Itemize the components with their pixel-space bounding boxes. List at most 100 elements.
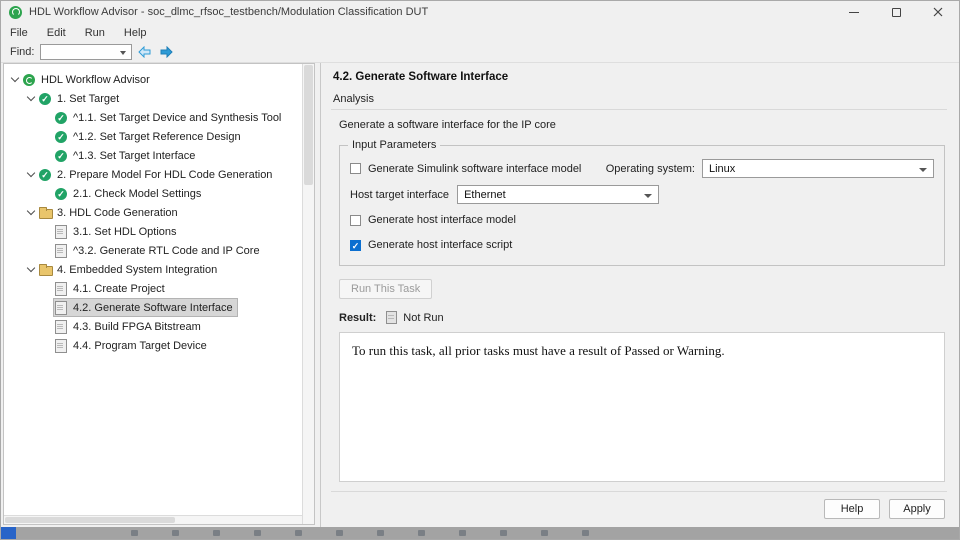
menu-run[interactable]: Run: [85, 27, 105, 39]
maximize-button[interactable]: [875, 1, 917, 23]
param-row-host-interface-model: Generate host interface model: [350, 211, 934, 229]
menu-edit[interactable]: Edit: [47, 27, 66, 39]
taskbar-icons: [131, 530, 589, 536]
passed-icon: [54, 127, 68, 146]
advisor-icon: [22, 70, 36, 89]
find-next-button[interactable]: [157, 44, 174, 61]
passed-icon: [38, 165, 52, 184]
tree-item-embedded-system-integration[interactable]: 4. Embedded System Integration: [4, 260, 302, 279]
tree-item-prepare-model[interactable]: 2. Prepare Model For HDL Code Generation: [4, 165, 302, 184]
tree-item-label: ^1.1. Set Target Device and Synthesis To…: [73, 112, 281, 124]
apply-button[interactable]: Apply: [889, 499, 945, 519]
tree-item-label: ^1.3. Set Target Interface: [73, 150, 195, 162]
result-message-box: To run this task, all prior tasks must h…: [339, 332, 945, 482]
generate-host-script-label: Generate host interface script: [368, 239, 512, 251]
arrow-right-icon: [159, 46, 173, 58]
operating-system-select[interactable]: Linux: [702, 159, 934, 178]
tree-item-create-project[interactable]: 4.1. Create Project: [4, 279, 302, 298]
taskbar-icon: [131, 530, 138, 536]
find-input[interactable]: [40, 44, 132, 60]
operating-system-label: Operating system:: [606, 163, 695, 175]
hdl-workflow-advisor-window: HDL Workflow Advisor - soc_dlmc_rfsoc_te…: [0, 0, 960, 540]
taskbar-icon: [418, 530, 425, 536]
tree-item-label: 4.2. Generate Software Interface: [73, 302, 233, 314]
close-icon: [933, 7, 943, 17]
input-parameters-title: Input Parameters: [348, 139, 440, 151]
tree-item-set-target-reference-design[interactable]: ^1.2. Set Target Reference Design: [4, 127, 302, 146]
chevron-down-icon[interactable]: [8, 70, 22, 89]
chevron-down-icon[interactable]: [24, 203, 38, 222]
tree-item-label: 2.1. Check Model Settings: [73, 188, 201, 200]
taskbar-icon: [459, 530, 466, 536]
help-button[interactable]: Help: [824, 499, 880, 519]
taskbar-accent: [1, 527, 16, 539]
run-this-task-button[interactable]: Run This Task: [339, 279, 432, 299]
result-message: To run this task, all prior tasks must h…: [352, 343, 725, 358]
generate-host-model-label: Generate host interface model: [368, 214, 516, 226]
tree-item-build-fpga-bitstream[interactable]: 4.3. Build FPGA Bitstream: [4, 317, 302, 336]
tree-item-label: 3.1. Set HDL Options: [73, 226, 177, 238]
result-label: Result:: [339, 312, 376, 324]
tree-item-root[interactable]: HDL Workflow Advisor: [4, 70, 302, 89]
minimize-button[interactable]: [833, 1, 875, 23]
find-previous-button[interactable]: [136, 44, 153, 61]
tree-item-hdl-code-generation[interactable]: 3. HDL Code Generation: [4, 203, 302, 222]
host-target-interface-select[interactable]: Ethernet: [457, 185, 659, 204]
task-icon: [54, 298, 68, 317]
host-target-interface-label: Host target interface: [350, 189, 449, 201]
taskbar-icon: [295, 530, 302, 536]
passed-icon: [54, 184, 68, 203]
tree-item-label: 4.1. Create Project: [73, 283, 165, 295]
main-area: HDL Workflow Advisor 1. Set Target ^1.1.…: [1, 63, 959, 527]
find-bar: Find:: [1, 42, 959, 63]
task-icon: [54, 336, 68, 355]
input-parameters-group: Input Parameters Generate Simulink softw…: [339, 145, 945, 266]
bottom-button-bar: Help Apply: [331, 491, 947, 523]
passed-icon: [38, 89, 52, 108]
tree-item-check-model-settings[interactable]: 2.1. Check Model Settings: [4, 184, 302, 203]
generate-host-script-checkbox[interactable]: [350, 240, 361, 251]
tree-item-label: 4.3. Build FPGA Bitstream: [73, 321, 201, 333]
window-controls: [833, 1, 959, 23]
menu-help[interactable]: Help: [124, 27, 147, 39]
tree-item-label: ^3.2. Generate RTL Code and IP Core: [73, 245, 260, 257]
taskbar-icon: [582, 530, 589, 536]
tree-vertical-scrollbar[interactable]: [302, 64, 314, 524]
close-button[interactable]: [917, 1, 959, 23]
tree-item-set-target[interactable]: 1. Set Target: [4, 89, 302, 108]
chevron-down-icon[interactable]: [24, 260, 38, 279]
workflow-tree: HDL Workflow Advisor 1. Set Target ^1.1.…: [4, 64, 302, 524]
tree-item-set-target-interface[interactable]: ^1.3. Set Target Interface: [4, 146, 302, 165]
tree-item-set-target-device[interactable]: ^1.1. Set Target Device and Synthesis To…: [4, 108, 302, 127]
chevron-down-icon[interactable]: [24, 89, 38, 108]
menu-file[interactable]: File: [10, 27, 28, 39]
task-icon: [54, 317, 68, 336]
menubar: File Edit Run Help: [1, 23, 959, 42]
generate-simulink-model-label: Generate Simulink software interface mod…: [368, 163, 581, 175]
not-run-icon: [386, 311, 397, 324]
host-target-interface-value: Ethernet: [464, 189, 506, 201]
task-icon: [54, 222, 68, 241]
titlebar: HDL Workflow Advisor - soc_dlmc_rfsoc_te…: [1, 1, 959, 23]
result-value: Not Run: [403, 312, 443, 324]
generate-host-model-checkbox[interactable]: [350, 215, 361, 226]
taskbar-icon: [500, 530, 507, 536]
tree-item-generate-software-interface[interactable]: 4.2. Generate Software Interface: [4, 298, 302, 317]
taskbar-sliver: [1, 527, 959, 539]
scrollbar-thumb[interactable]: [5, 517, 175, 523]
scrollbar-thumb[interactable]: [304, 65, 313, 185]
tree-item-generate-rtl-code[interactable]: ^3.2. Generate RTL Code and IP Core: [4, 241, 302, 260]
tree-horizontal-scrollbar[interactable]: [4, 515, 302, 524]
separator: [331, 109, 947, 110]
minimize-icon: [849, 12, 859, 13]
workflow-tree-panel: HDL Workflow Advisor 1. Set Target ^1.1.…: [3, 63, 315, 525]
tree-item-set-hdl-options[interactable]: 3.1. Set HDL Options: [4, 222, 302, 241]
maximize-icon: [892, 8, 901, 17]
task-icon: [54, 279, 68, 298]
generate-simulink-model-checkbox[interactable]: [350, 163, 361, 174]
task-detail-panel: 4.2. Generate Software Interface Analysi…: [320, 63, 959, 527]
passed-icon: [54, 146, 68, 165]
tree-item-label: 4. Embedded System Integration: [57, 264, 217, 276]
tree-item-program-target-device[interactable]: 4.4. Program Target Device: [4, 336, 302, 355]
chevron-down-icon[interactable]: [24, 165, 38, 184]
